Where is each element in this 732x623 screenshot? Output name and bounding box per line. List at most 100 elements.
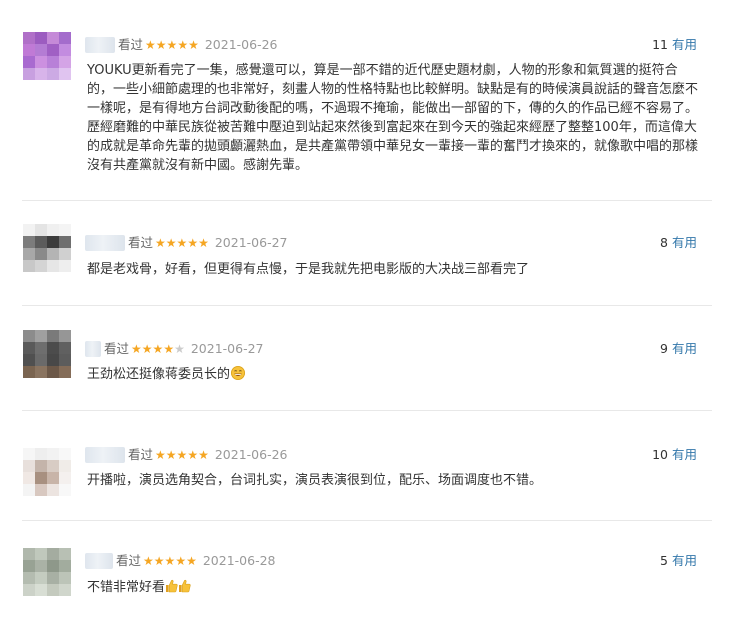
star-filled-icon: ★ — [155, 236, 166, 250]
rating-stars: ★★★★★ — [145, 38, 199, 52]
star-filled-icon: ★ — [187, 236, 199, 250]
avatar-pixel — [59, 342, 71, 354]
star-filled-icon: ★ — [165, 448, 177, 462]
avatar-pixel — [23, 330, 35, 342]
star-filled-icon: ★ — [165, 236, 177, 250]
rating-stars: ★★★★★ — [143, 554, 197, 568]
review-text: 开播啦，演员选角契合，台词扎实，演员表演很到位，配乐、场面调度也不错。 — [87, 471, 701, 490]
avatar-pixel — [47, 68, 59, 80]
avatar-pixel — [47, 260, 59, 272]
star-filled-icon: ★ — [143, 554, 154, 568]
avatar-pixel — [47, 572, 59, 584]
review-date: 2021-06-26 — [214, 447, 288, 462]
star-filled-icon: ★ — [187, 448, 199, 462]
avatar-pixel — [59, 56, 71, 68]
avatar[interactable] — [23, 548, 71, 596]
avatar-pixel — [35, 584, 47, 596]
avatar-pixel — [35, 354, 47, 366]
avatar-pixel — [47, 448, 59, 460]
avatar[interactable] — [23, 224, 71, 272]
avatar-pixel — [59, 236, 71, 248]
avatar-pixel — [23, 224, 35, 236]
avatar-pixel — [35, 366, 47, 378]
avatar-pixel — [35, 472, 47, 484]
useful-button[interactable]: 有用 — [672, 235, 697, 250]
star-filled-icon: ★ — [175, 554, 187, 568]
useful-button[interactable]: 有用 — [672, 341, 697, 356]
username-blurred[interactable] — [85, 553, 113, 569]
vote-count: 5 — [660, 553, 668, 568]
avatar-pixel — [35, 548, 47, 560]
avatar-pixel — [59, 330, 71, 342]
avatar-pixel — [59, 354, 71, 366]
avatar[interactable] — [23, 330, 71, 378]
review-date: 2021-06-26 — [204, 37, 278, 52]
vote-area: 5 有用 — [660, 553, 697, 569]
avatar-pixel — [35, 572, 47, 584]
avatar-pixel — [23, 560, 35, 572]
avatar-pixel — [47, 460, 59, 472]
avatar-pixel — [47, 56, 59, 68]
vote-area: 10 有用 — [652, 447, 697, 463]
username-blurred[interactable] — [85, 341, 101, 357]
review-text-body: 不错非常好看 — [87, 580, 166, 595]
avatar-pixel — [59, 44, 71, 56]
avatar-pixel — [59, 572, 71, 584]
avatar-pixel — [47, 484, 59, 496]
star-filled-icon: ★ — [186, 554, 197, 568]
avatar-pixel — [35, 248, 47, 260]
vote-area: 11 有用 — [652, 37, 697, 53]
avatar-pixel — [59, 548, 71, 560]
star-filled-icon: ★ — [153, 554, 165, 568]
avatar-pixel — [35, 236, 47, 248]
avatar-pixel — [59, 32, 71, 44]
avatar-pixel — [23, 68, 35, 80]
avatar-pixel — [47, 548, 59, 560]
avatar-pixel — [35, 260, 47, 272]
review-date: 2021-06-27 — [214, 235, 288, 250]
username-blurred[interactable] — [85, 447, 125, 463]
review-item: 看过 ★★★★★ 2021-06-26 11 有用 YOUKU更新看完了一集，感覺還可… — [0, 0, 732, 200]
star-filled-icon: ★ — [176, 236, 188, 250]
vote-count: 10 — [652, 447, 668, 462]
vote-area: 8 有用 — [660, 235, 697, 251]
avatar-pixel — [23, 236, 35, 248]
avatar-pixel — [47, 560, 59, 572]
useful-button[interactable]: 有用 — [672, 37, 697, 52]
avatar[interactable] — [23, 448, 71, 496]
useful-button[interactable]: 有用 — [672, 553, 697, 568]
avatar-pixel — [23, 366, 35, 378]
star-filled-icon: ★ — [166, 38, 178, 52]
avatar[interactable] — [23, 32, 71, 80]
star-filled-icon: ★ — [131, 342, 142, 356]
avatar-pixel — [59, 560, 71, 572]
avatar-pixel — [35, 224, 47, 236]
avatar-pixel — [23, 484, 35, 496]
avatar-pixel — [35, 484, 47, 496]
avatar-pixel — [35, 460, 47, 472]
star-empty-icon: ★ — [174, 342, 185, 356]
avatar-pixel — [47, 236, 59, 248]
star-filled-icon: ★ — [164, 554, 176, 568]
avatar-pixel — [23, 460, 35, 472]
star-filled-icon: ★ — [188, 38, 199, 52]
username-blurred[interactable] — [85, 37, 115, 53]
avatar-pixel — [35, 56, 47, 68]
star-filled-icon: ★ — [177, 38, 189, 52]
review-item: 看过 ★★★★★ 2021-06-27 9 有用 王劲松还挺像蒋委员长的 — [0, 305, 732, 410]
useful-button[interactable]: 有用 — [672, 447, 697, 462]
watched-label: 看过 — [104, 341, 130, 356]
avatar-pixel — [59, 584, 71, 596]
review-item: 看过 ★★★★★ 2021-06-27 8 有用 都是老戏骨，好看，但更得有点慢，于是… — [0, 200, 732, 305]
review-meta: 看过 ★★★★★ 2021-06-28 — [116, 553, 276, 569]
watched-label: 看过 — [116, 553, 142, 568]
avatar-pixel — [59, 248, 71, 260]
avatar-pixel — [23, 56, 35, 68]
username-blurred[interactable] — [85, 235, 125, 251]
thumbs-up-icon — [178, 579, 191, 593]
star-filled-icon: ★ — [155, 448, 166, 462]
avatar-pixel — [23, 572, 35, 584]
avatar-pixel — [23, 248, 35, 260]
star-filled-icon: ★ — [176, 448, 188, 462]
vote-count: 9 — [660, 341, 668, 356]
